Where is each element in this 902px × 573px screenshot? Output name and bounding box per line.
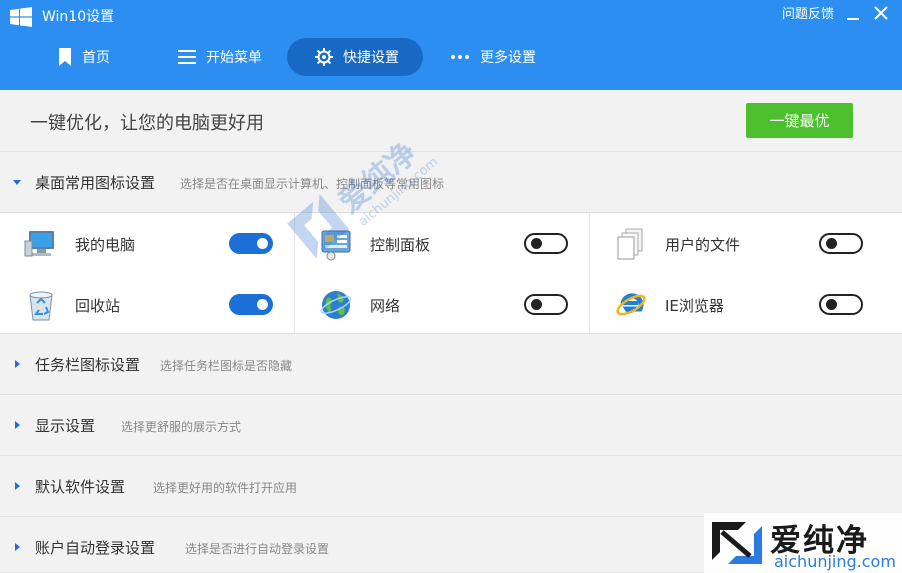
watermark-domain: aichunjing.com — [774, 552, 896, 571]
minimize-button[interactable] — [845, 6, 861, 24]
icon-setting-control-panel: 控制面板 — [295, 213, 590, 274]
icon-label: 网络 — [370, 297, 401, 315]
section-title: 显示设置 — [35, 417, 96, 435]
icon-label: 控制面板 — [370, 236, 431, 254]
nav-more-settings[interactable]: 更多设置 — [440, 38, 560, 76]
nav-quick-settings[interactable]: 快捷设置 — [287, 38, 423, 76]
one-click-optimize-button[interactable]: 一键最优 — [746, 103, 853, 138]
desktop-icon-grid: 我的电脑 控制面板 用户的文件 回收站 网络 IE浏览器 — [0, 212, 902, 335]
icon-setting-user-files: 用户的文件 — [590, 213, 902, 274]
caret-right-icon — [15, 360, 20, 368]
section-title: 桌面常用图标设置 — [35, 174, 156, 192]
network-globe-icon — [320, 291, 352, 319]
bookmark-icon — [59, 48, 71, 66]
app-title: Win10设置 — [42, 9, 115, 25]
user-files-toggle[interactable] — [819, 233, 863, 254]
computer-toggle[interactable] — [229, 233, 273, 254]
icon-label: 用户的文件 — [665, 236, 741, 254]
nav-label: 首页 — [82, 50, 110, 66]
title-bar: Win10设置 问题反馈 首页 开始菜单 快捷设置 更多设置 — [0, 0, 902, 90]
feedback-link[interactable]: 问题反馈 — [782, 6, 834, 24]
icon-label: 回收站 — [75, 297, 121, 315]
windows-logo-icon — [10, 7, 32, 27]
icon-setting-recycle-bin: 回收站 — [0, 274, 295, 335]
recycle-bin-icon — [29, 291, 53, 321]
banner-text: 一键优化，让您的电脑更好用 — [30, 113, 264, 134]
section-desc: 选择更舒服的展示方式 — [121, 420, 242, 434]
icon-label: 我的电脑 — [75, 236, 136, 254]
gear-icon — [315, 48, 333, 66]
recycle-bin-toggle[interactable] — [229, 294, 273, 315]
section-desktop-icons[interactable]: 桌面常用图标设置 选择是否在桌面显示计算机、控制面板等常用图标 — [0, 152, 902, 213]
nav-start-menu[interactable]: 开始菜单 — [168, 38, 278, 76]
section-desc: 选择任务栏图标是否隐藏 — [160, 359, 293, 373]
section-desc: 选择是否进行自动登录设置 — [185, 542, 330, 556]
computer-icon — [24, 231, 54, 257]
caret-right-icon — [15, 482, 20, 490]
caret-right-icon — [15, 421, 20, 429]
dots-icon — [451, 55, 469, 59]
network-toggle[interactable] — [524, 294, 568, 315]
ie-browser-icon — [616, 293, 646, 316]
ie-browser-toggle[interactable] — [819, 294, 863, 315]
nav-label: 更多设置 — [480, 50, 536, 66]
user-files-icon — [617, 228, 643, 260]
caret-right-icon — [15, 543, 20, 551]
optimize-banner: 一键优化，让您的电脑更好用 一键最优 — [0, 90, 902, 152]
caret-down-icon — [13, 180, 21, 185]
icon-setting-network: 网络 — [295, 274, 590, 335]
section-desc: 选择是否在桌面显示计算机、控制面板等常用图标 — [180, 177, 445, 191]
icon-label: IE浏览器 — [665, 297, 724, 315]
control-panel-toggle[interactable] — [524, 233, 568, 254]
section-title: 默认软件设置 — [35, 478, 126, 496]
icon-setting-computer: 我的电脑 — [0, 213, 295, 274]
nav-label: 开始菜单 — [206, 50, 262, 66]
close-icon[interactable] — [872, 4, 890, 22]
nav-home[interactable]: 首页 — [50, 38, 150, 76]
section-display[interactable]: 显示设置 选择更舒服的展示方式 — [0, 395, 902, 456]
section-title: 任务栏图标设置 — [35, 356, 141, 374]
nav-label: 快捷设置 — [343, 50, 399, 66]
section-default-software[interactable]: 默认软件设置 选择更好用的软件打开应用 — [0, 456, 902, 517]
watermark-corner: 爱纯净 aichunjing.com — [704, 513, 902, 573]
control-panel-icon — [321, 230, 351, 261]
watermark-logo-icon — [712, 522, 762, 564]
section-taskbar-icons[interactable]: 任务栏图标设置 选择任务栏图标是否隐藏 — [0, 334, 902, 395]
icon-setting-ie: IE浏览器 — [590, 274, 902, 335]
section-desc: 选择更好用的软件打开应用 — [153, 481, 298, 495]
menu-icon — [178, 50, 196, 64]
section-title: 账户自动登录设置 — [35, 539, 156, 557]
